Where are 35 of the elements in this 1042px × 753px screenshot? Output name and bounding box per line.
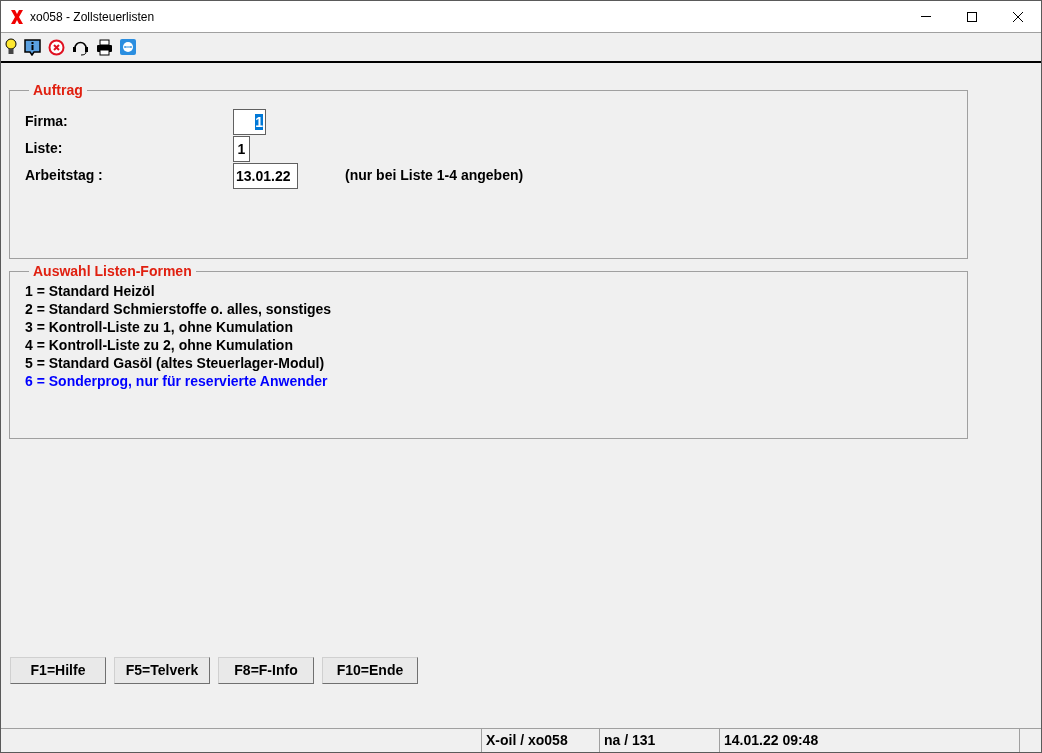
function-key-button[interactable]: F1=Hilfe	[10, 657, 106, 684]
input-field[interactable]: 1	[233, 109, 266, 135]
field-label: Arbeitstag :	[25, 166, 104, 185]
list-option: 2 = Standard Schmierstoffe o. alles, sonstiges	[25, 300, 952, 318]
status-text: na / 131	[600, 729, 720, 752]
list-option: 1 = Standard Heizöl	[25, 282, 952, 300]
close-icon	[1013, 11, 1023, 22]
field-value: 13.01.22	[236, 168, 291, 184]
function-key-button[interactable]: F5=Telverk	[114, 657, 210, 684]
field-value: 1	[237, 141, 246, 157]
printer-icon[interactable]	[96, 38, 113, 56]
info-icon[interactable]	[24, 38, 41, 56]
field-label: Liste:	[25, 139, 64, 158]
group-title: Auswahl Listen-Formen	[32, 262, 193, 281]
remote-icon[interactable]	[120, 39, 136, 55]
app-logo-icon	[10, 8, 24, 25]
status-text: X-oil / xo058	[482, 729, 600, 752]
hint-text: (nur bei Liste 1-4 angeben)	[345, 166, 524, 185]
field-label: Firma:	[25, 112, 69, 131]
group-title: Auftrag	[32, 81, 84, 100]
status-text: 14.01.22 09:48	[720, 729, 1020, 752]
field-value: 1	[255, 114, 263, 130]
list-option: 5 = Standard Gasöl (altes Steuerlager-Modul)	[25, 354, 952, 372]
input-field[interactable]: 1	[233, 136, 250, 162]
function-key-button[interactable]: F10=Ende	[322, 657, 418, 684]
maximize-icon	[967, 11, 977, 22]
minimize-icon	[921, 16, 931, 17]
input-field[interactable]: 13.01.22	[233, 163, 298, 189]
function-key-button[interactable]: F8=F-Info	[218, 657, 314, 684]
list-option: 6 = Sonderprog, nur für reservierte Anwender	[25, 372, 952, 390]
list-option: 4 = Kontroll-Liste zu 2, ohne Kumulation	[25, 336, 952, 354]
cancel-icon[interactable]	[48, 38, 65, 56]
list-option: 3 = Kontroll-Liste zu 1, ohne Kumulation	[25, 318, 952, 336]
lightbulb-icon[interactable]	[5, 38, 17, 56]
window-title: xo058 - Zollsteuerlisten	[30, 8, 155, 26]
